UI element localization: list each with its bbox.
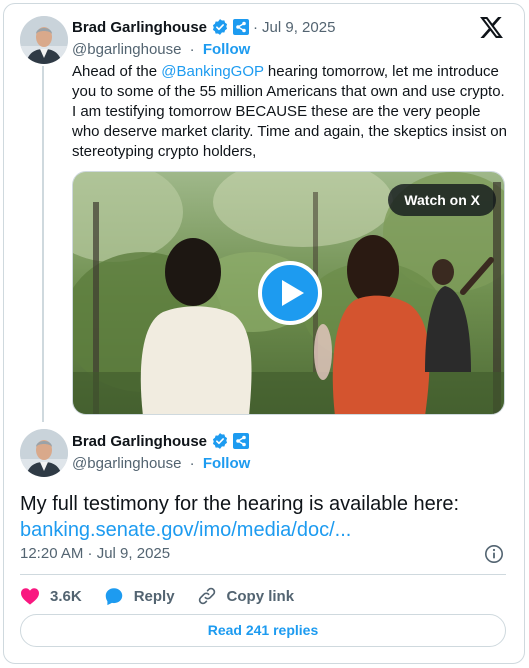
reply-author-display-name[interactable]: Brad Garlinghouse [72, 433, 207, 450]
separator-dot: · [189, 455, 195, 472]
like-count: 3.6K [50, 587, 82, 605]
play-button[interactable] [258, 261, 322, 325]
reply-author-avatar[interactable] [20, 429, 68, 477]
mention-link[interactable]: @BankingGOP [161, 63, 264, 80]
reply-body: My full testimony for the hearing is ava… [20, 493, 460, 515]
read-replies-button[interactable]: Read 241 replies [20, 614, 506, 647]
reply-button[interactable]: Reply [104, 587, 175, 606]
like-button[interactable]: 3.6K [20, 587, 82, 605]
reply-author-handle-row: @bgarlinghouse · Follow [72, 455, 250, 472]
verified-badge-icon [212, 19, 228, 35]
author-avatar[interactable] [20, 16, 68, 64]
tweet-date[interactable]: Jul 9, 2025 [262, 19, 335, 36]
author-handle[interactable]: @bgarlinghouse [72, 41, 181, 58]
affiliate-badge-icon [233, 433, 250, 449]
separator-dot: · [253, 18, 259, 36]
copy-link-label: Copy link [226, 587, 295, 605]
verified-badge-icon [212, 433, 228, 449]
tweet-text-before: Ahead of the [72, 63, 162, 80]
reply-follow-button[interactable]: Follow [203, 455, 251, 472]
info-icon[interactable] [484, 544, 504, 564]
testimony-link[interactable]: banking.senate.gov/imo/media/doc/... [20, 517, 510, 543]
author-display-name[interactable]: Brad Garlinghouse [72, 19, 207, 36]
reply-timestamp[interactable]: 12:20 AM · Jul 9, 2025 [20, 545, 170, 562]
tweet-text: Ahead of the @BankingGOP hearing tomorro… [72, 62, 508, 162]
thread-connector-line [42, 66, 44, 422]
actions-divider [20, 574, 506, 575]
heart-icon [21, 588, 39, 605]
separator-dot: · [189, 41, 195, 58]
affiliate-badge-icon [233, 19, 250, 35]
action-bar: 3.6K Reply Copy link [20, 584, 316, 608]
author-name-row: Brad Garlinghouse · Jul 9, 2025 [72, 18, 335, 36]
reply-author-name-row: Brad Garlinghouse [72, 432, 250, 450]
follow-button[interactable]: Follow [203, 41, 251, 58]
reply-icon [105, 587, 122, 605]
reply-author-handle[interactable]: @bgarlinghouse [72, 455, 181, 472]
link-icon [198, 587, 215, 605]
reply-text: My full testimony for the hearing is ava… [20, 491, 510, 543]
copy-link-button[interactable]: Copy link [197, 586, 295, 606]
reply-label: Reply [133, 587, 175, 605]
video-media[interactable]: Watch on X [72, 171, 505, 415]
x-logo-icon[interactable] [480, 17, 503, 38]
play-icon [282, 280, 304, 306]
author-handle-row: @bgarlinghouse · Follow [72, 41, 250, 58]
watch-on-x-button[interactable]: Watch on X [388, 184, 496, 216]
